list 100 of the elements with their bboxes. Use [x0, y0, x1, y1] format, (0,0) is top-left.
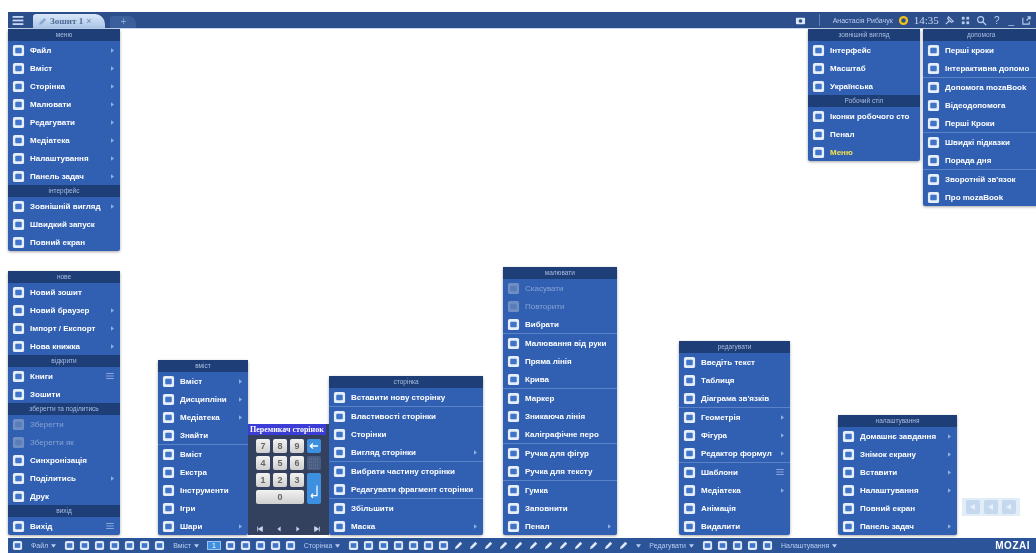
menu-item[interactable]: Налаштування — [8, 149, 120, 167]
tool-icon[interactable] — [124, 540, 136, 551]
tool-icon[interactable] — [224, 540, 236, 551]
menu-item[interactable]: Малювати — [8, 95, 120, 113]
menu-item[interactable]: Видалити — [679, 517, 790, 535]
pen-icon[interactable] — [483, 540, 495, 551]
page-nav-icon[interactable] — [256, 525, 264, 533]
menu-item[interactable]: Редактор формул — [679, 444, 790, 462]
menu-item[interactable]: Вибрати частину сторінки — [329, 461, 484, 480]
menu-item[interactable]: Перші кроки — [923, 41, 1036, 59]
menu-item[interactable]: Вихід — [8, 517, 120, 535]
menu-item[interactable]: Таблиця — [679, 371, 790, 389]
menu-item[interactable]: Медіатека — [679, 481, 790, 499]
tool-icon[interactable] — [239, 540, 251, 551]
menu-item[interactable]: Панель задач — [838, 517, 957, 535]
menu-item[interactable]: Пенал — [808, 125, 920, 143]
menu-item[interactable]: Геометрія — [679, 407, 790, 426]
menu-item[interactable]: Швидкі підказки — [923, 132, 1036, 151]
number-key[interactable]: 2 — [273, 473, 287, 487]
tool-icon[interactable] — [348, 540, 360, 551]
menu-item[interactable]: Малювання від руки — [503, 333, 617, 352]
menu-item[interactable]: Друк — [8, 487, 120, 505]
menu-item[interactable]: Повний екран — [838, 499, 957, 517]
menu-item[interactable]: Зошити — [8, 385, 120, 403]
menu-item[interactable]: Вміст — [8, 59, 120, 77]
number-key[interactable]: 3 — [290, 473, 304, 487]
menu-item[interactable]: Медіатека — [158, 408, 248, 426]
menu-item[interactable]: Вміст — [158, 444, 248, 463]
tool-icon[interactable] — [139, 540, 151, 551]
tool-icon[interactable] — [716, 540, 728, 551]
pen-icon[interactable] — [498, 540, 510, 551]
tool-icon[interactable] — [12, 540, 23, 551]
pen-icon[interactable] — [528, 540, 540, 551]
menu-item[interactable]: Гумка — [503, 480, 617, 499]
tool-icon[interactable] — [438, 540, 450, 551]
number-key[interactable]: 6 — [290, 456, 304, 470]
menu-item[interactable]: Екстра — [158, 463, 248, 481]
menu-item[interactable]: Зникаюча лінія — [503, 407, 617, 425]
pen-icon[interactable] — [618, 540, 630, 551]
menu-item[interactable]: Ігри — [158, 499, 248, 517]
menu-item[interactable]: Анімація — [679, 499, 790, 517]
menu-item[interactable]: Заповнити — [503, 499, 617, 517]
menu-item[interactable]: Імпорт / Експорт — [8, 319, 120, 337]
menu-item[interactable]: Редагувати — [8, 113, 120, 131]
menu-item[interactable]: Крива — [503, 370, 617, 388]
number-key[interactable]: 8 — [273, 439, 287, 453]
menu-item[interactable]: Українська — [808, 77, 920, 95]
menu-item[interactable]: Фігура — [679, 426, 790, 444]
number-key[interactable]: 0 — [256, 490, 304, 504]
menu-item[interactable]: Налаштування — [838, 481, 957, 499]
grid-icon[interactable] — [959, 14, 971, 26]
number-key[interactable]: 4 — [256, 456, 270, 470]
menu-item[interactable]: Книги — [8, 367, 120, 385]
number-key[interactable]: 7 — [256, 439, 270, 453]
menu-item[interactable]: Каліграфічне перо — [503, 425, 617, 443]
caret-icon[interactable] — [636, 543, 642, 548]
menu-item[interactable]: Файл — [8, 41, 120, 59]
menu-item[interactable]: Перші Кроки — [923, 114, 1036, 132]
menu-item[interactable]: Про mozaBook — [923, 188, 1036, 206]
menu-item[interactable]: Домашнє завдання — [838, 427, 957, 445]
menu-item[interactable]: Масштаб — [808, 59, 920, 77]
tool-icon[interactable] — [701, 540, 713, 551]
tool-icon[interactable] — [408, 540, 420, 551]
search-icon[interactable] — [975, 14, 987, 26]
menu-item[interactable]: Зовнішній вигляд — [8, 197, 120, 215]
tool-icon[interactable] — [731, 540, 743, 551]
menu-item[interactable]: Відеодопомога — [923, 96, 1036, 114]
menu-item[interactable]: Шаблони — [679, 462, 790, 481]
menu-item[interactable]: Пряма лінія — [503, 352, 617, 370]
tool-icon[interactable] — [64, 540, 76, 551]
pen-icon[interactable] — [603, 540, 615, 551]
page-nav-icon[interactable] — [313, 525, 321, 533]
menu-item[interactable]: Вигляд сторінки — [329, 443, 484, 461]
sync-icon[interactable] — [897, 14, 909, 26]
menu-item[interactable]: Новий браузер — [8, 301, 120, 319]
menu-item[interactable]: Маска — [329, 517, 484, 535]
pen-icon[interactable] — [558, 540, 570, 551]
tool-icon[interactable] — [154, 540, 166, 551]
menu-item[interactable]: Меню — [808, 143, 920, 161]
menu-item[interactable]: Інтерактивна допомо — [923, 59, 1036, 77]
tool-icon[interactable] — [269, 540, 281, 551]
menu-item[interactable]: Допомога mozaBook — [923, 77, 1036, 96]
menu-item[interactable]: Панель задач — [8, 167, 120, 185]
menu-item[interactable]: Вставити нову сторінку — [329, 388, 484, 406]
tool-icon[interactable] — [378, 540, 390, 551]
page-nav-icon[interactable] — [275, 525, 283, 533]
menu-item[interactable]: Інструменти — [158, 481, 248, 499]
menu-item[interactable]: Синхронізація — [8, 451, 120, 469]
pen-icon[interactable] — [573, 540, 585, 551]
number-key[interactable]: 9 — [290, 439, 304, 453]
menu-item[interactable]: Повний екран — [8, 233, 120, 251]
menu-item[interactable]: Ручка для тексту — [503, 462, 617, 480]
menu-item[interactable]: Властивості сторінки — [329, 406, 484, 425]
menu-item[interactable]: Знімок екрану — [838, 445, 957, 463]
minimize-button[interactable]: _ — [1006, 14, 1016, 26]
menu-item[interactable]: Зворотній зв'язок — [923, 169, 1036, 188]
menu-icon[interactable] — [12, 15, 24, 25]
tool-icon[interactable] — [393, 540, 405, 551]
menu-item[interactable]: Знайти — [158, 426, 248, 444]
menu-item[interactable]: Збільшити — [329, 498, 484, 517]
